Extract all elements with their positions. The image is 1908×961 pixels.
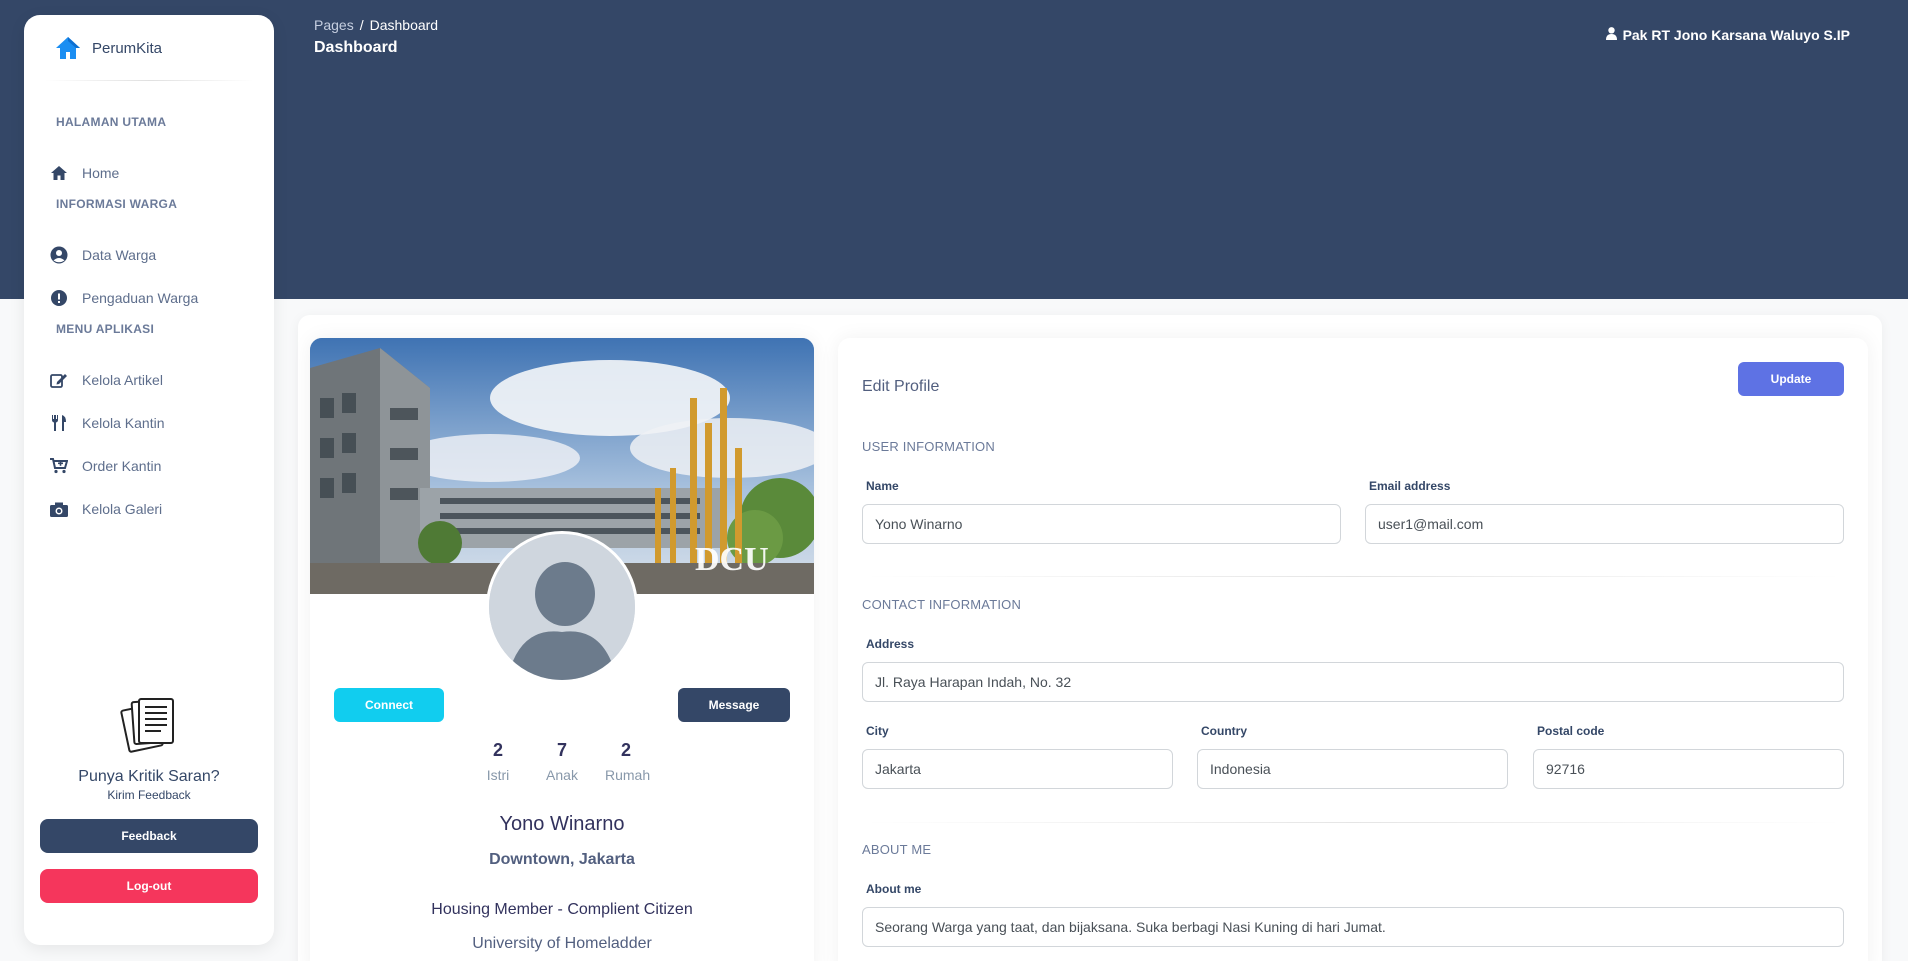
sidebar-item-pengaduan-warga[interactable]: Pengaduan Warga — [50, 283, 250, 313]
page-title: Dashboard — [314, 39, 398, 56]
sidebar-item-kelola-galeri[interactable]: Kelola Galeri — [50, 494, 250, 524]
help-title: Punya Kritik Saran? — [78, 768, 220, 785]
name-field[interactable] — [862, 504, 1341, 544]
cover-caption: DCU — [695, 541, 769, 578]
exclamation-circle-icon — [50, 289, 68, 307]
brand-name: PerumKita — [92, 39, 163, 57]
country-field[interactable] — [1197, 749, 1508, 789]
stat-istri: 2 Istri — [477, 740, 519, 783]
utensils-icon — [50, 414, 68, 432]
user-menu[interactable]: Pak RT Jono Karsana Waluyo S.IP — [1605, 27, 1850, 43]
brand[interactable]: PerumKita — [54, 35, 162, 61]
section-about-me: ABOUT ME — [862, 842, 932, 857]
documents-icon — [119, 695, 179, 758]
edit-profile-card: Edit Profile Update USER INFORMATION Nam… — [838, 338, 1868, 961]
address-label: Address — [866, 637, 915, 651]
breadcrumb-root[interactable]: Pages — [314, 17, 354, 33]
email-field[interactable] — [1365, 504, 1844, 544]
profile-stats: 2 Istri 7 Anak 2 Rumah — [310, 740, 814, 783]
profile-name: Yono Winarno — [499, 813, 625, 835]
stat-label: Istri — [486, 767, 510, 783]
postal-code-label: Postal code — [1537, 724, 1605, 738]
user-icon — [1605, 27, 1617, 43]
cart-icon — [50, 457, 68, 475]
help-box: Punya Kritik Saran? Kirim Feedback — [40, 695, 258, 802]
divider — [862, 822, 1844, 823]
postal-code-field[interactable] — [1533, 749, 1844, 789]
sidebar-item-label: Kelola Kantin — [82, 415, 165, 431]
sidebar-item-kelola-kantin[interactable]: Kelola Kantin — [50, 408, 250, 438]
home-icon — [50, 164, 68, 182]
update-button[interactable]: Update — [1738, 362, 1844, 396]
avatar — [486, 531, 638, 683]
name-label: Name — [866, 479, 899, 493]
message-button[interactable]: Message — [678, 688, 790, 722]
email-label: Email address — [1369, 479, 1451, 493]
sidebar-item-order-kantin[interactable]: Order Kantin — [50, 451, 250, 481]
section-contact-information: CONTACT INFORMATION — [862, 597, 1022, 612]
house-icon — [54, 35, 82, 61]
edit-icon — [50, 371, 68, 389]
stat-value: 2 — [492, 740, 503, 760]
feedback-button[interactable]: Feedback — [40, 819, 258, 853]
city-field[interactable] — [862, 749, 1173, 789]
profile-university: University of Homeladder — [472, 935, 652, 952]
sidebar: PerumKita HALAMAN UTAMA Home INFORMASI W… — [24, 15, 274, 945]
stat-value: 2 — [620, 740, 631, 760]
sidebar-item-kelola-artikel[interactable]: Kelola Artikel — [50, 365, 250, 395]
section-informasi-warga: INFORMASI WARGA — [56, 197, 178, 211]
connect-button[interactable]: Connect — [334, 688, 444, 722]
header-background — [0, 0, 1908, 299]
section-menu-aplikasi: MENU APLIKASI — [56, 322, 155, 336]
sidebar-item-label: Data Warga — [82, 247, 157, 263]
about-me-label: About me — [866, 882, 922, 896]
profile-role: Housing Member - Complient Citizen — [431, 901, 693, 918]
about-me-field[interactable] — [862, 907, 1844, 947]
help-subtitle: Kirim Feedback — [107, 788, 191, 802]
stat-anak: 7 Anak — [541, 740, 583, 783]
stat-label: Anak — [546, 767, 578, 783]
profile-location: Downtown, Jakarta — [489, 851, 635, 868]
stat-rumah: 2 Rumah — [605, 740, 651, 783]
breadcrumb-separator: / — [359, 17, 364, 33]
stat-value: 7 — [556, 740, 567, 760]
sidebar-item-data-warga[interactable]: Data Warga — [50, 240, 250, 270]
user-circle-icon — [50, 246, 68, 264]
user-name: Pak RT Jono Karsana Waluyo S.IP — [1622, 27, 1850, 43]
sidebar-item-label: Pengaduan Warga — [82, 290, 199, 306]
camera-icon — [50, 500, 68, 518]
section-halaman-utama: HALAMAN UTAMA — [56, 115, 167, 129]
country-label: Country — [1201, 724, 1247, 738]
breadcrumb: Pages / Dashboard — [314, 17, 438, 33]
stat-label: Rumah — [605, 767, 651, 783]
edit-profile-title: Edit Profile — [862, 378, 940, 395]
divider — [44, 80, 254, 81]
section-user-information: USER INFORMATION — [862, 439, 995, 454]
sidebar-item-label: Order Kantin — [82, 458, 162, 474]
address-field[interactable] — [862, 662, 1844, 702]
sidebar-item-label: Kelola Galeri — [82, 501, 163, 517]
logout-button[interactable]: Log-out — [40, 869, 258, 903]
profile-card: DCU Connect Message 2 Istri 7 Anak 2 Rum… — [310, 338, 814, 961]
breadcrumb-current: Dashboard — [369, 17, 439, 33]
sidebar-item-label: Kelola Artikel — [82, 372, 163, 388]
city-label: City — [866, 724, 889, 738]
sidebar-item-label: Home — [82, 165, 120, 181]
divider — [862, 576, 1844, 577]
sidebar-item-home[interactable]: Home — [50, 158, 250, 188]
